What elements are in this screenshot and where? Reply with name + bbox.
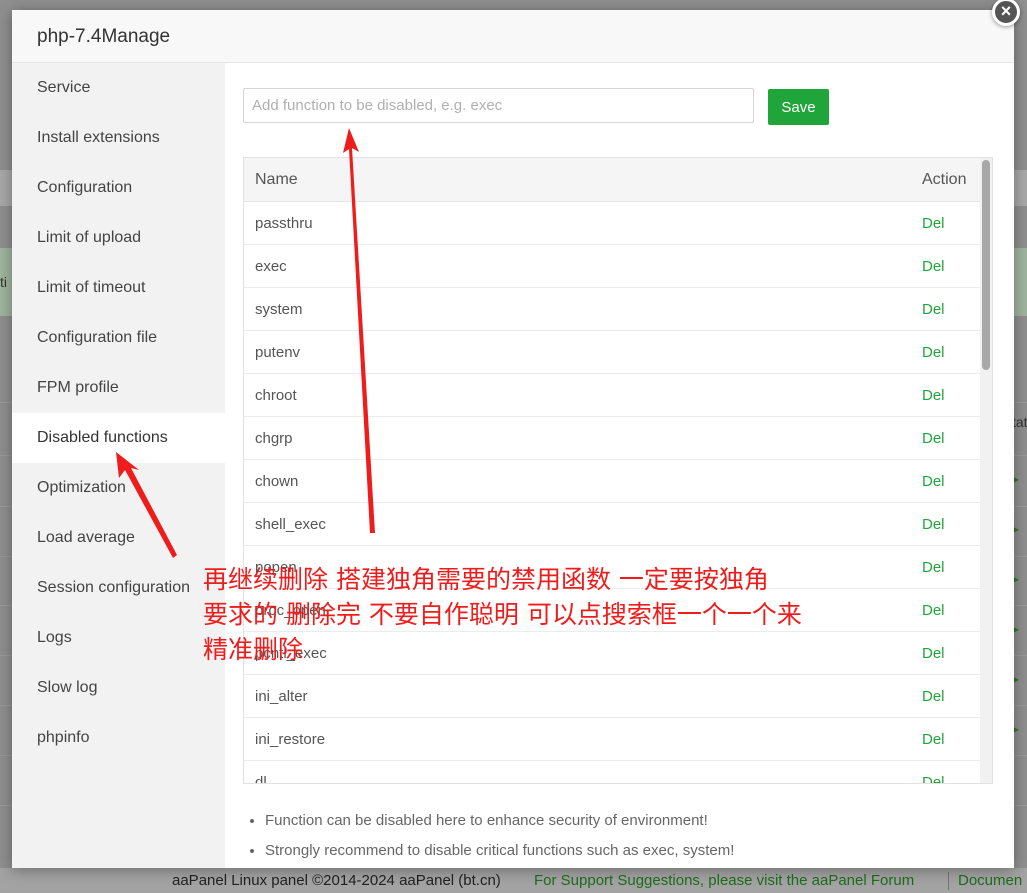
annotation-arrow-to-input <box>343 128 375 533</box>
annotation-arrows <box>116 128 375 558</box>
annotation-arrow-to-sidebar <box>116 452 177 558</box>
annotation-text: 再继续删除 搭建独角需要的禁用函数 一定要按独角 要求的 删除完 不要自作聪明 … <box>203 565 802 664</box>
